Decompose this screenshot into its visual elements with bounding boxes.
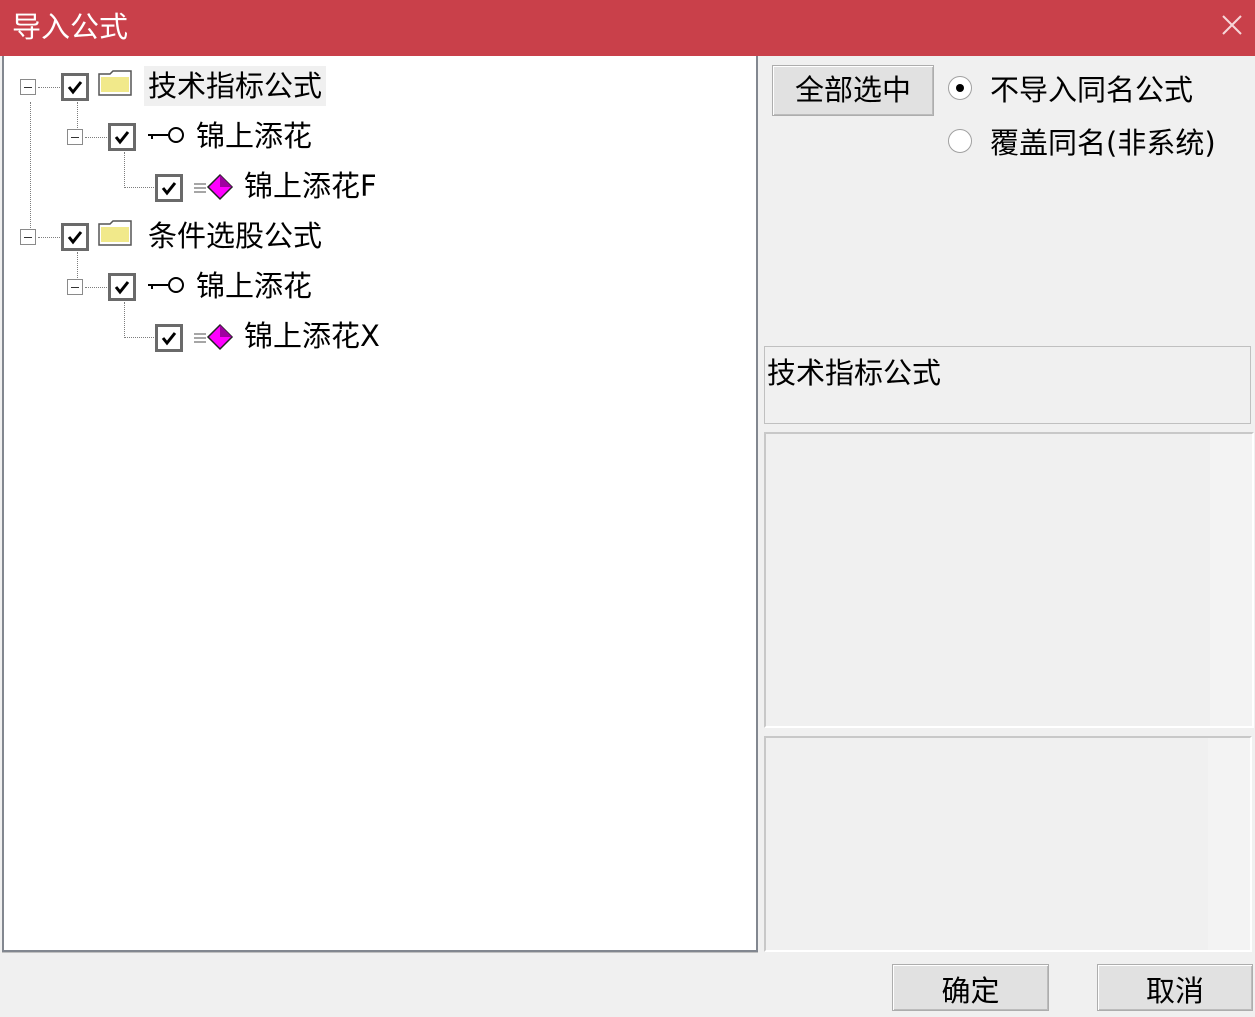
tree-label: 锦上添花 [196, 119, 313, 153]
formula-gem-icon [194, 173, 234, 201]
scroll-track [1210, 434, 1252, 726]
radio-label: 覆盖同名(非系统) [990, 126, 1216, 160]
checkmark-icon [114, 131, 130, 145]
title-bar: 导入公式 [0, 0, 1255, 56]
checkmark-icon [161, 182, 177, 196]
radio-button[interactable] [948, 129, 972, 153]
checkmark-icon [114, 281, 130, 295]
collapse-toggle[interactable] [20, 79, 36, 95]
tree-leaf-formula-f[interactable]: 锦上添花F [4, 166, 404, 212]
tree-label: 锦上添花 [196, 269, 313, 303]
category-display: 技术指标公式 [764, 346, 1251, 424]
ok-button[interactable]: 确定 [892, 964, 1049, 1011]
radio-overwrite-duplicate[interactable]: 覆盖同名(非系统) [948, 123, 1248, 163]
window-title: 导入公式 [12, 10, 129, 44]
checkbox-formula[interactable] [108, 123, 136, 151]
scroll-track [1208, 738, 1250, 950]
formula-tree[interactable]: 技术指标公式 锦上添花 锦上添花F 条件选股公式 锦上添花 锦上添花X [2, 56, 758, 952]
checkmark-icon [161, 332, 177, 346]
tree-label: 锦上添花F [244, 169, 377, 203]
tree-node-formula[interactable]: 锦上添花 [4, 116, 354, 162]
collapse-toggle[interactable] [20, 229, 36, 245]
tree-label: 条件选股公式 [148, 219, 323, 253]
tree-label: 锦上添花X [244, 319, 380, 353]
checkbox-formula-f[interactable] [155, 174, 183, 202]
checkbox-tech-indicator[interactable] [61, 73, 89, 101]
collapse-toggle[interactable] [67, 129, 83, 145]
collapse-toggle[interactable] [67, 279, 83, 295]
tree-node-formula[interactable]: 锦上添花 [4, 266, 354, 312]
cancel-button[interactable]: 取消 [1097, 964, 1253, 1011]
close-icon [1222, 15, 1242, 35]
tree-node-stock-selection[interactable]: 条件选股公式 [4, 216, 354, 262]
tree-node-tech-indicator[interactable]: 技术指标公式 [4, 66, 354, 112]
folder-icon [98, 70, 132, 96]
description-box [764, 432, 1254, 728]
radio-selected-dot [956, 84, 964, 92]
tree-label: 技术指标公式 [144, 66, 327, 106]
detail-box [764, 736, 1252, 952]
checkbox-formula[interactable] [108, 273, 136, 301]
select-all-button[interactable]: 全部选中 [772, 65, 934, 116]
status-bar [2, 952, 758, 1011]
close-button[interactable] [1215, 8, 1249, 42]
folder-icon [98, 220, 132, 246]
formula-gem-icon [194, 323, 234, 351]
key-icon [148, 127, 184, 143]
category-text: 技术指标公式 [767, 356, 942, 390]
radio-button[interactable] [948, 76, 972, 100]
key-icon [148, 277, 184, 293]
checkbox-formula-x[interactable] [155, 324, 183, 352]
checkbox-stock-selection[interactable] [61, 223, 89, 251]
checkmark-icon [67, 81, 83, 95]
radio-label: 不导入同名公式 [990, 73, 1194, 107]
checkmark-icon [67, 231, 83, 245]
radio-no-import-duplicate[interactable]: 不导入同名公式 [948, 70, 1248, 110]
tree-leaf-formula-x[interactable]: 锦上添花X [4, 316, 404, 362]
